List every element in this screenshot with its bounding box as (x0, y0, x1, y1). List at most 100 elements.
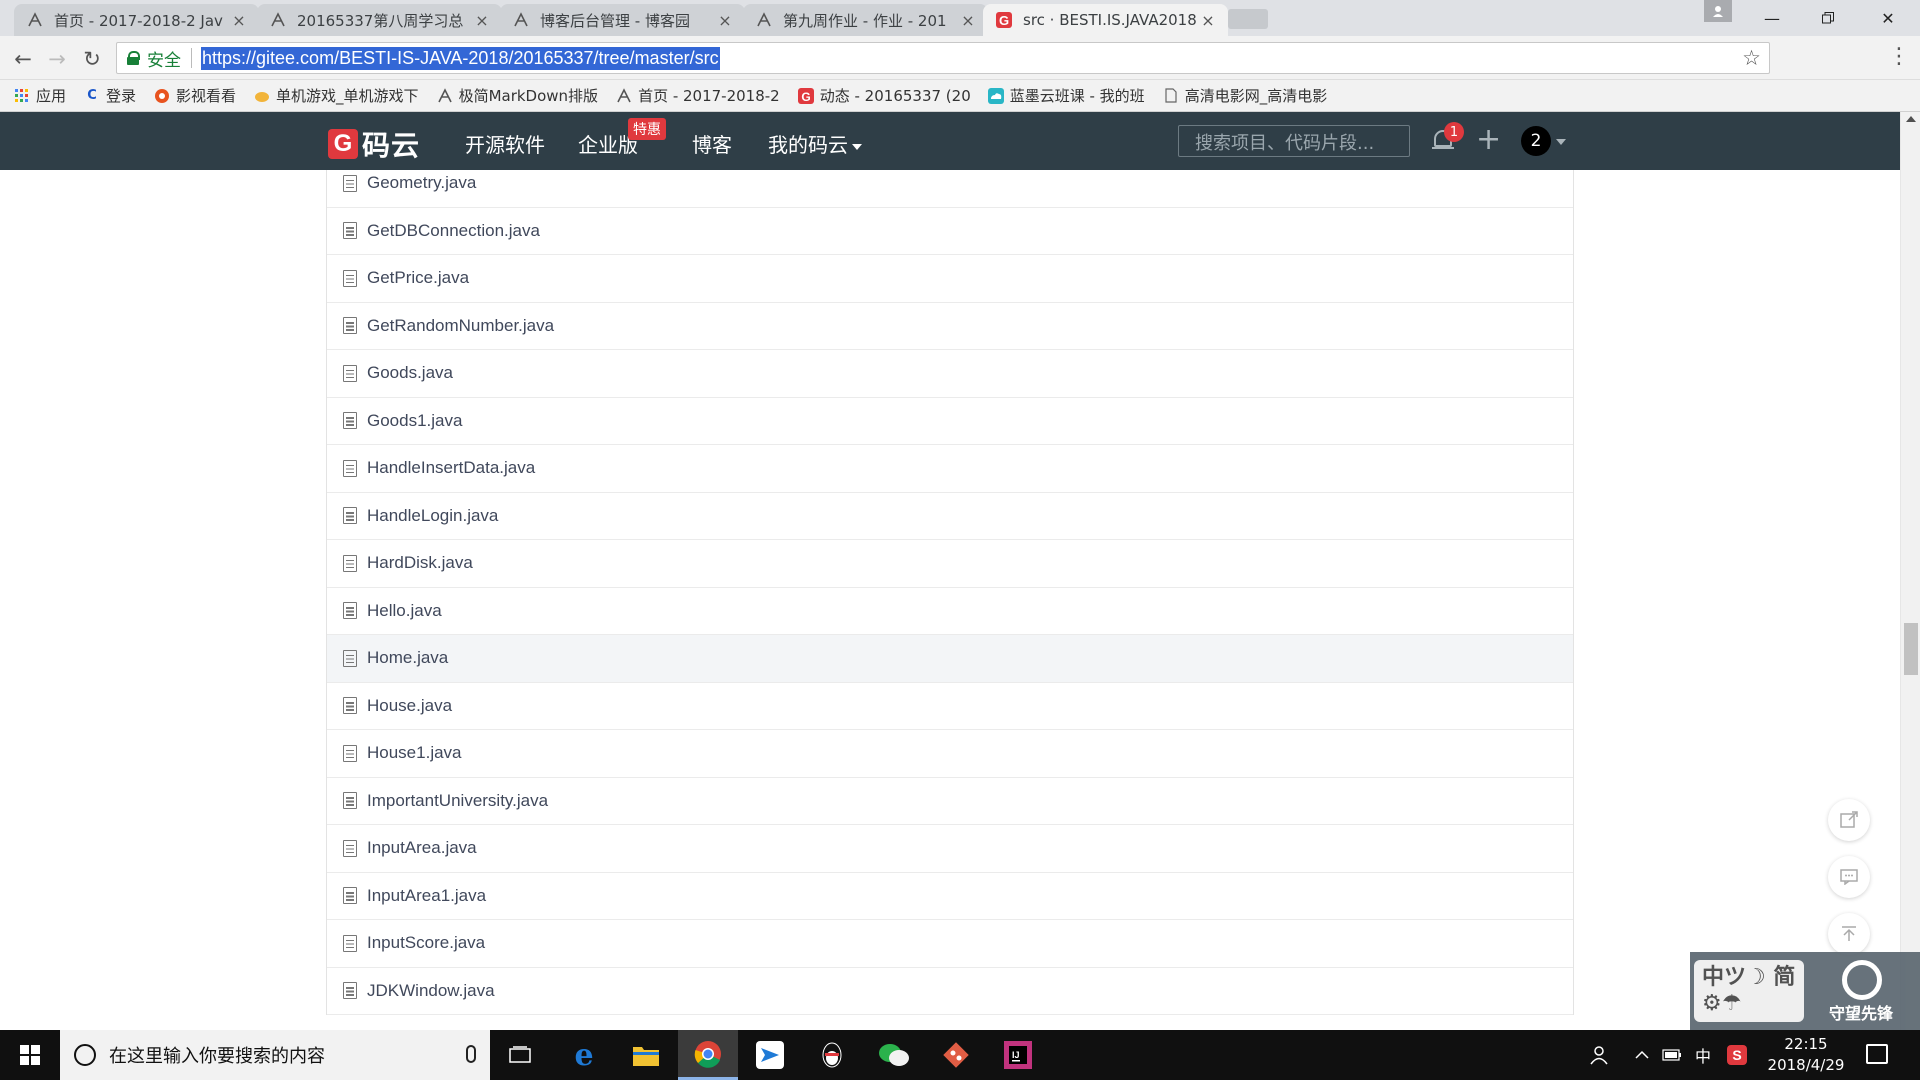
taskbar-app-edge[interactable]: e (554, 1030, 614, 1080)
file-link[interactable]: HandleLogin.java (367, 506, 498, 526)
file-link[interactable]: Geometry.java (367, 173, 476, 193)
bookmark-star-icon[interactable]: ☆ (1742, 46, 1761, 70)
file-link[interactable]: GetPrice.java (367, 268, 469, 288)
gitee-search-input[interactable]: 搜索项目、代码片段... (1178, 125, 1410, 157)
file-link[interactable]: GetDBConnection.java (367, 221, 540, 241)
tab-close-icon[interactable]: × (960, 11, 976, 30)
file-row[interactable]: GetDBConnection.java (327, 208, 1573, 255)
file-row[interactable]: Hello.java (327, 588, 1573, 635)
url-text[interactable]: https://gitee.com/BESTI-IS-JAVA-2018/201… (201, 46, 720, 70)
taskbar-app-mail[interactable] (740, 1030, 800, 1080)
file-row[interactable]: HandleInsertData.java (327, 445, 1573, 493)
sogou-ime-icon[interactable]: S (1724, 1030, 1750, 1080)
scrollbar-thumb[interactable] (1904, 623, 1918, 675)
nav-my-gitee[interactable]: 我的码云 (768, 129, 862, 158)
taskbar-app-wechat[interactable] (864, 1030, 924, 1080)
taskbar-clock[interactable]: 22:15 2018/4/29 (1756, 1034, 1856, 1076)
bookmark-home[interactable]: 首页 - 2017-2018-2 (616, 85, 780, 106)
file-link[interactable]: ImportantUniversity.java (367, 791, 548, 811)
file-row[interactable]: InputArea1.java (327, 873, 1573, 920)
bookmark-video[interactable]: 影视看看 (154, 85, 236, 106)
bookmark-movies[interactable]: 高清电影网_高清电影 (1163, 85, 1327, 106)
file-link[interactable]: Goods1.java (367, 411, 462, 431)
action-center-icon[interactable] (1866, 1044, 1888, 1064)
file-link[interactable]: InputScore.java (367, 933, 485, 953)
new-tab-button[interactable] (1228, 9, 1268, 29)
ime-indicator[interactable]: 中 (1690, 1030, 1716, 1080)
task-view-button[interactable] (490, 1030, 550, 1080)
bookmark-games[interactable]: 单机游戏_单机游戏下 (254, 85, 419, 106)
plus-icon[interactable]: + (1476, 122, 1501, 157)
tray-expand-icon[interactable] (1630, 1030, 1654, 1080)
file-link[interactable]: Hello.java (367, 601, 442, 621)
bookmark-mosoteach[interactable]: 蓝墨云班课 - 我的班 (987, 85, 1145, 106)
avatar-dropdown-icon[interactable] (1556, 139, 1566, 145)
share-icon[interactable] (1828, 799, 1870, 841)
tab-close-icon[interactable]: × (474, 11, 490, 30)
back-arrow-icon[interactable]: ← (10, 46, 36, 72)
back-to-top-icon[interactable] (1828, 913, 1870, 955)
file-row[interactable]: Geometry.java (327, 170, 1573, 208)
taskbar-app-git[interactable] (926, 1030, 986, 1080)
comment-icon[interactable] (1828, 856, 1870, 898)
file-row[interactable]: House1.java (327, 730, 1573, 778)
nav-open-source[interactable]: 开源软件 (465, 129, 545, 158)
taskbar-app-intellij[interactable]: IJ (988, 1030, 1048, 1080)
page-scrollbar[interactable] (1900, 112, 1920, 1030)
file-link[interactable]: Home.java (367, 648, 448, 668)
taskbar-app-explorer[interactable] (616, 1030, 676, 1080)
file-link[interactable]: GetRandomNumber.java (367, 316, 554, 336)
address-bar[interactable]: 安全 https://gitee.com/BESTI-IS-JAVA-2018/… (116, 42, 1770, 74)
file-link[interactable]: House.java (367, 696, 452, 716)
gitee-logo[interactable]: G 码云 (328, 124, 420, 164)
file-row[interactable]: Home.java (327, 635, 1573, 683)
close-window-icon[interactable]: ✕ (1860, 0, 1916, 36)
scroll-up-arrow-icon[interactable] (1906, 116, 1916, 122)
file-row[interactable]: HardDisk.java (327, 540, 1573, 588)
file-row[interactable]: JDKWindow.java (327, 968, 1573, 1015)
browser-tab-1[interactable]: 20165337第八周学习总 × (257, 4, 502, 36)
bookmark-login[interactable]: C 登录 (84, 85, 136, 106)
file-row[interactable]: Goods.java (327, 350, 1573, 398)
bookmark-apps[interactable]: 应用 (14, 85, 66, 106)
tab-close-icon[interactable]: × (717, 11, 733, 30)
file-link[interactable]: InputArea.java (367, 838, 477, 858)
bookmark-markdown[interactable]: 极简MarkDown排版 (437, 85, 598, 106)
tab-close-icon[interactable]: × (1200, 11, 1216, 30)
avatar[interactable]: 2 (1521, 126, 1551, 156)
battery-icon[interactable] (1660, 1030, 1684, 1080)
file-link[interactable]: HardDisk.java (367, 553, 473, 573)
forward-arrow-icon[interactable]: → (44, 46, 70, 72)
profile-icon[interactable] (1704, 0, 1732, 22)
nav-blog[interactable]: 博客 (692, 129, 732, 158)
start-button[interactable] (0, 1030, 60, 1080)
browser-tab-4[interactable]: G src · BESTI.IS.JAVA2018 × (983, 4, 1228, 36)
tab-close-icon[interactable]: × (231, 11, 247, 30)
file-link[interactable]: Goods.java (367, 363, 453, 383)
file-link[interactable]: InputArea1.java (367, 886, 486, 906)
file-row[interactable]: HandleLogin.java (327, 493, 1573, 540)
taskbar-search-box[interactable]: 在这里输入你要搜索的内容 (60, 1030, 490, 1080)
taskbar-app-qq[interactable] (802, 1030, 862, 1080)
file-link[interactable]: HandleInsertData.java (367, 458, 535, 478)
file-row[interactable]: House.java (327, 683, 1573, 730)
bookmark-gitee-activity[interactable]: G 动态 - 20165337 (20 (797, 85, 970, 106)
browser-tab-0[interactable]: 首页 - 2017-2018-2 Jav × (14, 4, 259, 36)
file-link[interactable]: JDKWindow.java (367, 981, 495, 1001)
file-row[interactable]: ImportantUniversity.java (327, 778, 1573, 825)
file-row[interactable]: InputArea.java (327, 825, 1573, 873)
restore-icon[interactable] (1800, 0, 1856, 36)
file-row[interactable]: InputScore.java (327, 920, 1573, 968)
browser-tab-2[interactable]: 博客后台管理 - 博客园 × (500, 4, 745, 36)
browser-menu-icon[interactable]: ⋮ (1888, 44, 1910, 69)
taskbar-app-chrome[interactable] (678, 1030, 738, 1080)
reload-icon[interactable]: ↻ (79, 46, 105, 72)
file-row[interactable]: GetPrice.java (327, 255, 1573, 303)
file-link[interactable]: House1.java (367, 743, 462, 763)
microphone-icon[interactable] (466, 1045, 476, 1063)
browser-tab-3[interactable]: 第九周作业 - 作业 - 201 × (743, 4, 988, 36)
file-row[interactable]: Goods1.java (327, 398, 1573, 445)
minimize-icon[interactable]: — (1744, 0, 1800, 36)
file-row[interactable]: GetRandomNumber.java (327, 303, 1573, 350)
people-icon[interactable] (1586, 1030, 1612, 1080)
